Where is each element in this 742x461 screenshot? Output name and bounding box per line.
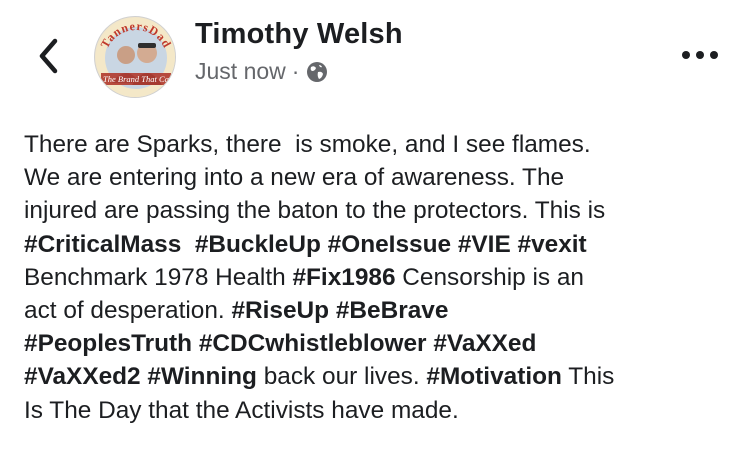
post-text-segment: Benchmark 1978 Health [24, 263, 293, 291]
post-meta: Just now · [195, 58, 329, 85]
post-text-segment: This [561, 363, 615, 391]
more-options-button[interactable] [680, 40, 720, 70]
avatar-image: TannersDad The Brand That Ca [96, 18, 175, 97]
post-text-segment [181, 231, 195, 258]
hashtag-link[interactable]: #Winning [147, 363, 257, 390]
post-text-segment [451, 231, 458, 258]
hashtag-link[interactable]: #BuckleUp [195, 231, 321, 258]
post-text-segment [192, 330, 199, 357]
chevron-left-icon [39, 38, 58, 74]
post-line: Benchmark 1978 Health #Fix1986 Censorshi… [24, 261, 729, 294]
post-text-segment: There are Sparks, there is smoke, and I … [24, 131, 591, 158]
globe-icon[interactable] [305, 60, 329, 84]
avatar[interactable]: TannersDad The Brand That Ca [94, 16, 176, 98]
back-button[interactable] [30, 34, 66, 78]
hashtag-link[interactable]: #CriticalMass [24, 231, 181, 258]
post-text-segment: act of desperation. [24, 296, 232, 324]
post-text-segment [321, 231, 328, 258]
post-line: #PeoplesTruth #CDCwhistleblower #VaXXed [24, 327, 729, 360]
post-line: Is The Day that the Activists have made. [24, 394, 729, 427]
hashtag-link[interactable]: #vexit [518, 231, 587, 258]
hashtag-link[interactable]: #VaXXed2 [24, 363, 141, 390]
hashtag-link[interactable]: #VaXXed [433, 330, 536, 357]
post-text-segment [329, 297, 336, 324]
post-line: injured are passing the baton to the pro… [24, 194, 729, 227]
post-line: #VaXXed2 #Winning back our lives. #Motiv… [24, 360, 729, 393]
meta-separator: · [291, 58, 300, 84]
timestamp[interactable]: Just now [195, 58, 286, 85]
hashtag-link[interactable]: #RiseUp [231, 297, 329, 324]
post-line: There are Sparks, there is smoke, and I … [24, 128, 729, 161]
post-line: #CriticalMass #BuckleUp #OneIssue #VIE #… [24, 228, 729, 261]
hashtag-link[interactable]: #BeBrave [336, 297, 449, 324]
hashtag-link[interactable]: #OneIssue [328, 231, 451, 258]
post-text-segment: We are entering into a new era of awaren… [24, 164, 565, 192]
more-horizontal-icon [682, 51, 718, 59]
post-text-segment [511, 231, 518, 258]
post-text-segment: Is The Day that the Activists have made. [24, 396, 459, 424]
post-line: We are entering into a new era of awaren… [24, 161, 729, 194]
post-text-segment: injured are passing the baton to the pro… [24, 197, 606, 225]
hashtag-link[interactable]: #CDCwhistleblower [199, 330, 427, 357]
hashtag-link[interactable]: #VIE [458, 231, 511, 258]
post-text-segment: back our lives. [256, 363, 427, 391]
avatar-ring-text-bottom: The Brand That Ca [103, 74, 169, 84]
hashtag-link[interactable]: #PeoplesTruth [24, 330, 192, 357]
post-text: There are Sparks, there is smoke, and I … [24, 128, 729, 427]
post-line: act of desperation. #RiseUp #BeBrave [24, 294, 729, 327]
author-name[interactable]: Timothy Welsh [195, 18, 403, 51]
hashtag-link[interactable]: #Motivation [426, 363, 562, 390]
post-header: TannersDad The Brand That Ca Timothy Wel… [0, 0, 742, 110]
hashtag-link[interactable]: #Fix1986 [292, 264, 395, 291]
post-text-segment: Censorship is an [395, 263, 584, 291]
